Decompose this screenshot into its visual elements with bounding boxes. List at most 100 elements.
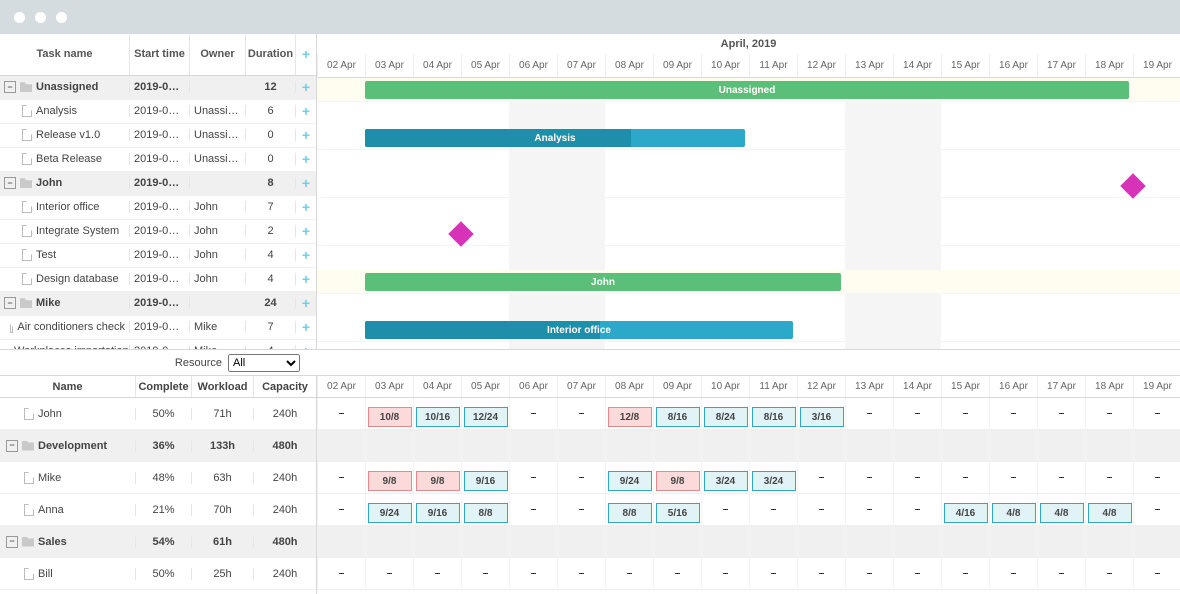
workload-cell: 9/16 (413, 494, 461, 525)
resource-name: Development (38, 440, 107, 452)
add-column-button[interactable]: + (296, 34, 316, 75)
workload-cell (653, 430, 701, 461)
res-col-capacity[interactable]: Capacity (254, 376, 316, 397)
col-header-duration[interactable]: Duration (246, 34, 296, 75)
workload-cell: – (509, 558, 557, 589)
workload-cell (845, 430, 893, 461)
resource-timeline-row: –9/249/168/8––8/85/16–––––4/164/84/84/8– (317, 494, 1180, 526)
res-col-workload[interactable]: Workload (192, 376, 254, 397)
add-task-button[interactable]: + (296, 79, 316, 95)
task-row[interactable]: Beta Release2019-04-05Unassigned0+ (0, 148, 316, 172)
workload-cell: 3/24 (701, 462, 749, 493)
resource-comp: 50% (136, 568, 192, 580)
timeline-row[interactable]: John (317, 270, 1180, 294)
timeline-row[interactable]: Unassigned (317, 78, 1180, 102)
task-row[interactable]: Workplaces importation2019-05-01Mike4+ (0, 340, 316, 349)
workload-cell: – (797, 494, 845, 525)
workload-badge: 9/8 (656, 471, 700, 491)
resource-row[interactable]: John50%71h240h (0, 398, 316, 430)
workload-cell: – (893, 398, 941, 429)
resource-comp: 54% (136, 536, 192, 548)
workload-cell (1085, 430, 1133, 461)
task-row[interactable]: Release v1.02019-04-19Unassigned0+ (0, 124, 316, 148)
workload-cell (413, 430, 461, 461)
resource-filter-label: Resource (175, 357, 222, 369)
task-name: Beta Release (36, 153, 102, 165)
task-group-row[interactable]: −Unassigned2019-04-0312+ (0, 76, 316, 100)
group-bar[interactable]: Unassigned (365, 81, 1129, 99)
day-header: 04 Apr (413, 376, 461, 397)
col-header-owner[interactable]: Owner (190, 34, 246, 75)
task-row[interactable]: Test2019-04-09John4+ (0, 244, 316, 268)
add-task-button[interactable]: + (296, 199, 316, 215)
resource-timeline[interactable]: 02 Apr03 Apr04 Apr05 Apr06 Apr07 Apr08 A… (317, 376, 1180, 594)
workload-badge: 8/16 (752, 407, 796, 427)
workload-cell: – (989, 398, 1037, 429)
resource-row[interactable]: Anna21%70h240h (0, 494, 316, 526)
day-header: 03 Apr (365, 376, 413, 397)
task-start: 2019-04-03 (130, 273, 190, 285)
task-duration: 4 (246, 273, 296, 285)
task-bar[interactable]: Interior office (365, 321, 793, 339)
add-task-button[interactable]: + (296, 151, 316, 167)
collapse-toggle[interactable]: − (4, 81, 16, 93)
task-name: Workplaces importation (14, 345, 129, 349)
day-header: 18 Apr (1085, 54, 1133, 78)
workload-cell: – (1085, 558, 1133, 589)
timeline-row[interactable]: Analysis (317, 126, 1180, 150)
add-task-button[interactable]: + (296, 319, 316, 335)
workload-cell: – (605, 558, 653, 589)
add-task-button[interactable]: + (296, 343, 316, 349)
task-start: 2019-05-01 (130, 345, 190, 349)
timeline-row[interactable] (317, 222, 1180, 246)
collapse-toggle[interactable]: − (4, 297, 16, 309)
gantt-timeline[interactable]: April, 2019 02 Apr03 Apr04 Apr05 Apr06 A… (317, 34, 1180, 349)
collapse-toggle[interactable]: − (6, 536, 18, 548)
task-row[interactable]: Analysis2019-04-03Unassigned6+ (0, 100, 316, 124)
add-task-button[interactable]: + (296, 103, 316, 119)
task-duration: 4 (246, 249, 296, 261)
timeline-row[interactable] (317, 174, 1180, 198)
resource-row[interactable]: Bill50%25h240h (0, 558, 316, 590)
col-header-start[interactable]: Start time (130, 34, 190, 75)
milestone-marker[interactable] (448, 221, 473, 246)
workload-cell: 4/8 (989, 494, 1037, 525)
milestone-marker[interactable] (1120, 173, 1145, 198)
add-task-button[interactable]: + (296, 127, 316, 143)
resource-group-row[interactable]: −Development36%133h480h (0, 430, 316, 462)
resource-group-row[interactable]: −Sales54%61h480h (0, 526, 316, 558)
add-task-button[interactable]: + (296, 175, 316, 191)
task-row[interactable]: Design database2019-04-03John4+ (0, 268, 316, 292)
timeline-row[interactable]: Interior office (317, 318, 1180, 342)
day-header: 11 Apr (749, 376, 797, 397)
col-header-name[interactable]: Task name (0, 34, 130, 75)
collapse-toggle[interactable]: − (6, 440, 18, 452)
workload-cell: 9/8 (653, 462, 701, 493)
task-bar[interactable]: Analysis (365, 129, 745, 147)
add-task-button[interactable]: + (296, 247, 316, 263)
workload-cell: – (1037, 558, 1085, 589)
day-header: 05 Apr (461, 376, 509, 397)
workload-cell: – (365, 558, 413, 589)
window-dot[interactable] (35, 12, 46, 23)
res-col-name[interactable]: Name (0, 376, 136, 397)
workload-badge: 8/16 (656, 407, 700, 427)
resource-filter-select[interactable]: All (228, 354, 300, 372)
group-bar[interactable]: John (365, 273, 841, 291)
task-row[interactable]: Air conditioners check2019-04-03Mike7+ (0, 316, 316, 340)
task-group-row[interactable]: −John2019-04-038+ (0, 172, 316, 196)
task-owner: Unassigned (190, 105, 246, 117)
task-row[interactable]: Interior office2019-04-03John7+ (0, 196, 316, 220)
add-task-button[interactable]: + (296, 295, 316, 311)
window-dot[interactable] (14, 12, 25, 23)
resource-row[interactable]: Mike48%63h240h (0, 462, 316, 494)
collapse-toggle[interactable]: − (4, 177, 16, 189)
timeline-month: April, 2019 (317, 34, 1180, 54)
add-task-button[interactable]: + (296, 223, 316, 239)
task-group-row[interactable]: −Mike2019-04-0324+ (0, 292, 316, 316)
task-duration: 8 (246, 177, 296, 189)
add-task-button[interactable]: + (296, 271, 316, 287)
window-dot[interactable] (56, 12, 67, 23)
res-col-complete[interactable]: Complete (136, 376, 192, 397)
task-row[interactable]: Integrate System2019-04-05John2+ (0, 220, 316, 244)
